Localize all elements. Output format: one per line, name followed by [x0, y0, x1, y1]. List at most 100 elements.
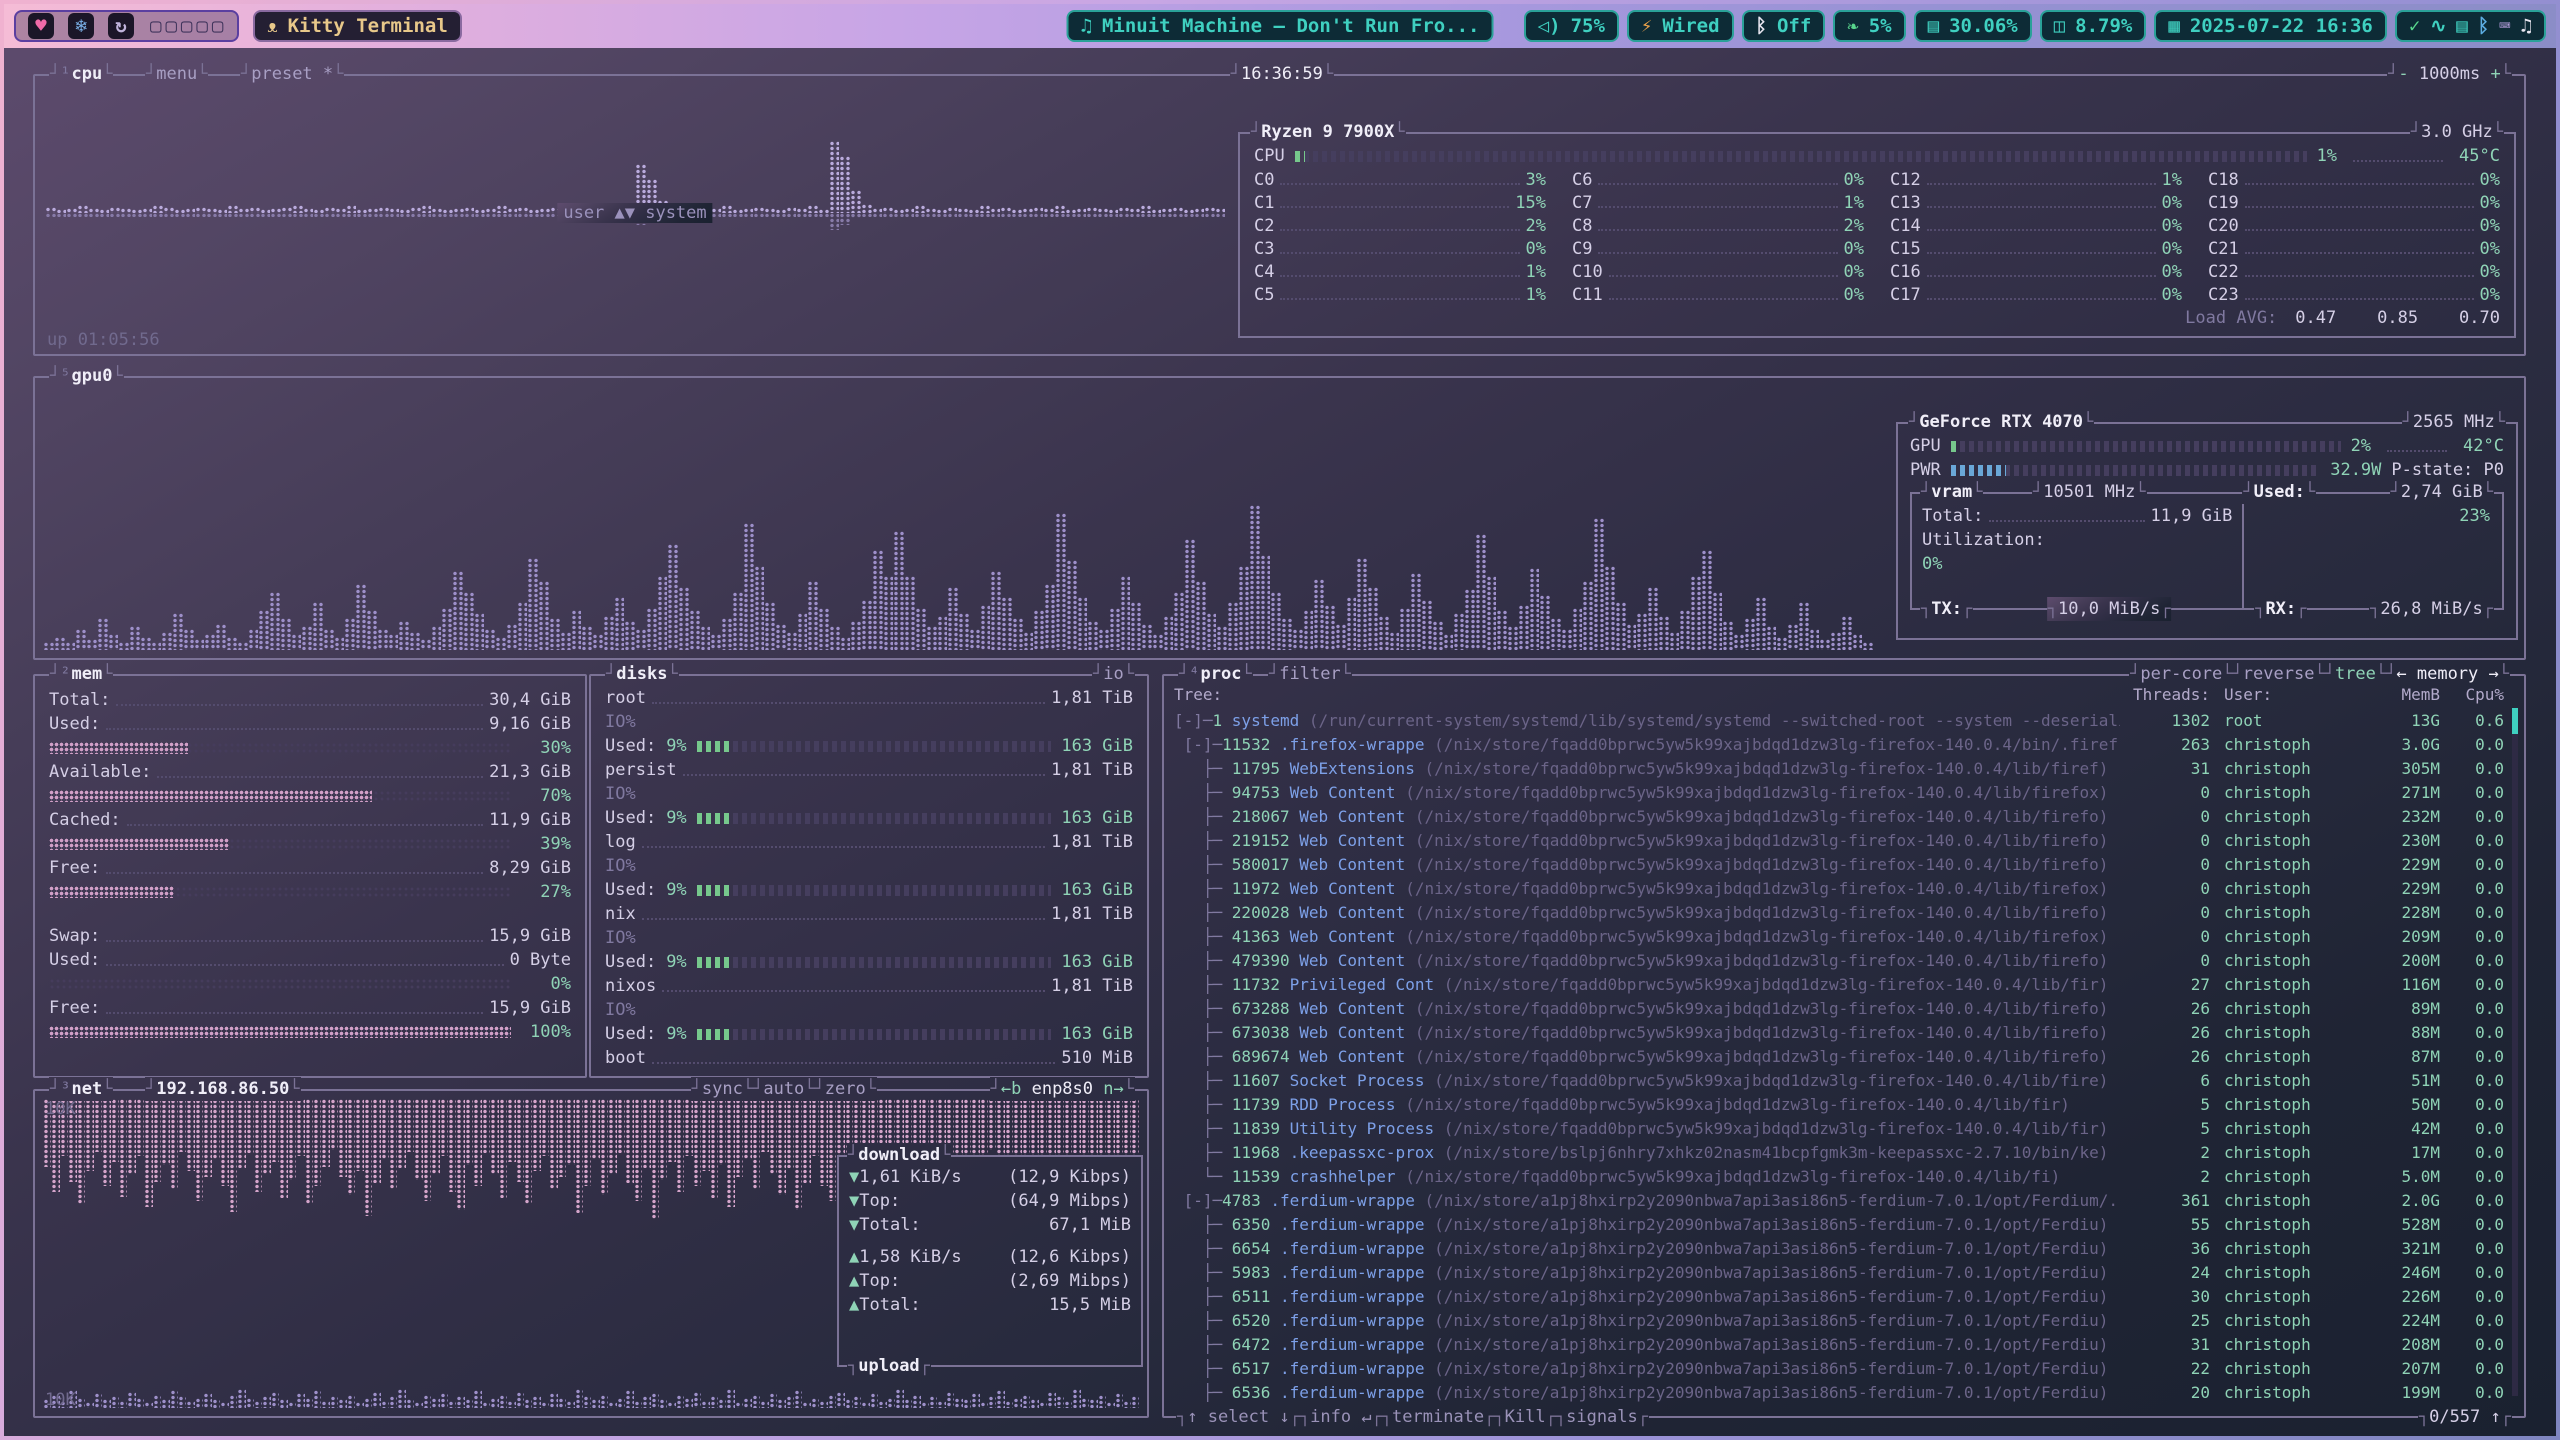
status-chip-2025-07-22-16-36[interactable]: ▦2025-07-22 16:36: [2154, 10, 2386, 42]
memory-panel-title[interactable]: ┘²mem└: [49, 662, 113, 686]
process-row[interactable]: ├─ 11972 Web Content (/nix/store/fqadd0b…: [1174, 876, 2504, 900]
tray-icon[interactable]: ▤: [2456, 15, 2467, 37]
header-cpu[interactable]: Cpu%: [2440, 685, 2504, 704]
process-row[interactable]: ├─ 479390 Web Content (/nix/store/fqadd0…: [1174, 948, 2504, 972]
music-player-widget[interactable]: ♫ Minuit Machine – Don't Run Fro...: [1067, 10, 1494, 42]
status-chip-8-79-[interactable]: ◫8.79%: [2040, 10, 2147, 42]
process-row[interactable]: └─ 11539 crashhelper (/nix/store/fqadd0b…: [1174, 1164, 2504, 1188]
tree-branch: ├─: [1174, 1071, 1232, 1090]
restart-icon[interactable]: ↻: [108, 13, 134, 39]
process-row[interactable]: ├─ 94753 Web Content (/nix/store/fqadd0b…: [1174, 780, 2504, 804]
process-name: Web Content: [1290, 927, 1406, 946]
process-row[interactable]: ├─ 580017 Web Content (/nix/store/fqadd0…: [1174, 852, 2504, 876]
status-icon: ⚡: [1641, 15, 1652, 37]
update-interval-control[interactable]: ┘- 1000ms +└: [2387, 62, 2512, 86]
status-chip-wired[interactable]: ⚡Wired: [1627, 10, 1734, 42]
process-row[interactable]: ├─ 11968 .keepassxc-prox (/nix/store/bsl…: [1174, 1140, 2504, 1164]
net-option-auto[interactable]: auto: [763, 1079, 804, 1099]
process-row[interactable]: ├─ 6654 .ferdium-wrappe (/nix/store/a1pj…: [1174, 1236, 2504, 1260]
tray-icon[interactable]: ⌨: [2499, 15, 2510, 37]
header-memb[interactable]: MemB: [2350, 685, 2440, 704]
preset-button[interactable]: ┘preset *└: [240, 62, 344, 86]
process-row[interactable]: [-]─11532 .firefox-wrappe (/nix/store/fq…: [1174, 732, 2504, 756]
window-icon[interactable]: ▢: [212, 15, 223, 37]
graph-column: [775, 213, 786, 217]
window-icon[interactable]: ▢: [196, 15, 207, 37]
graph-column: [1399, 608, 1410, 650]
status-chip-off[interactable]: ᛒOff: [1742, 10, 1826, 42]
status-chip-30-06-[interactable]: ▤30.06%: [1914, 10, 2032, 42]
status-chip-5-[interactable]: ❧5%: [1833, 10, 1905, 42]
graph-column: [473, 1099, 481, 1186]
mem-stat-percent: 39%: [519, 834, 571, 854]
graph-column: [811, 1398, 819, 1409]
process-row[interactable]: ├─ 11739 RDD Process (/nix/store/fqadd0b…: [1174, 1092, 2504, 1116]
process-row[interactable]: ├─ 11795 WebExtensions (/nix/store/fqadd…: [1174, 756, 2504, 780]
process-row[interactable]: ├─ 11732 Privileged Cont (/nix/store/fqa…: [1174, 972, 2504, 996]
scrollbar-thumb[interactable]: [2512, 708, 2518, 734]
nixos-icon[interactable]: ❄: [68, 13, 94, 39]
interface-selector[interactable]: ┘←b enp8s0 n→└: [990, 1077, 1135, 1101]
process-row[interactable]: ├─ 6520 .ferdium-wrappe (/nix/store/a1pj…: [1174, 1308, 2504, 1332]
system-tray[interactable]: ✓ ∿ ▤ ᛒ ⌨ ♫: [2395, 10, 2546, 42]
process-row[interactable]: ├─ 219152 Web Content (/nix/store/fqadd0…: [1174, 828, 2504, 852]
header-threads[interactable]: Threads:: [2120, 685, 2210, 704]
process-row[interactable]: ├─ 673038 Web Content (/nix/store/fqadd0…: [1174, 1020, 2504, 1044]
net-option-zero[interactable]: zero: [825, 1079, 866, 1099]
process-row[interactable]: ├─ 6517 .ferdium-wrappe (/nix/store/a1pj…: [1174, 1356, 2504, 1380]
footer-action-info--[interactable]: ┐info ↵┌: [1300, 1407, 1382, 1427]
cpu-panel-title[interactable]: ┘¹cpu└: [49, 62, 113, 86]
disks-panel-title[interactable]: ┘disks└: [605, 662, 679, 686]
tray-icon[interactable]: ♫: [2521, 15, 2532, 37]
terminal-app-button[interactable]: ᴥ Kitty Terminal: [253, 10, 462, 42]
process-row[interactable]: ├─ 218067 Web Content (/nix/store/fqadd0…: [1174, 804, 2504, 828]
process-panel-title[interactable]: ┘⁴proc└: [1178, 662, 1253, 686]
window-icon[interactable]: ▢: [150, 15, 161, 37]
process-row[interactable]: ├─ 5983 .ferdium-wrappe (/nix/store/a1pj…: [1174, 1260, 2504, 1284]
io-mode-toggle[interactable]: ┘io└: [1092, 662, 1135, 686]
footer-action-terminate[interactable]: ┐terminate┌: [1382, 1407, 1495, 1427]
gpu-rx-value: 26,8 MiB/s: [2380, 599, 2482, 619]
process-row[interactable]: [-]─4783 .ferdium-wrappe (/nix/store/a1p…: [1174, 1188, 2504, 1212]
process-command-cell: ├─ 6350 .ferdium-wrappe (/nix/store/a1pj…: [1174, 1215, 2120, 1234]
process-row[interactable]: ├─ 11607 Socket Process (/nix/store/fqad…: [1174, 1068, 2504, 1092]
process-scrollbar[interactable]: [2512, 708, 2518, 1396]
graph-column: [111, 1099, 119, 1162]
process-row[interactable]: ├─ 6536 .ferdium-wrappe (/nix/store/a1pj…: [1174, 1380, 2504, 1402]
status-chip-75-[interactable]: ◁)75%: [1524, 10, 1619, 42]
network-panel-title[interactable]: ┘³net└: [49, 1077, 113, 1101]
process-row[interactable]: ├─ 220028 Web Content (/nix/store/fqadd0…: [1174, 900, 2504, 924]
header-user[interactable]: User:: [2210, 685, 2350, 704]
footer-action-signals[interactable]: ┐signals┌: [1556, 1407, 1648, 1427]
filter-button[interactable]: ┘filter└: [1268, 662, 1352, 686]
process-row[interactable]: ├─ 41363 Web Content (/nix/store/fqadd0b…: [1174, 924, 2504, 948]
proc-option-tree[interactable]: tree: [2335, 664, 2376, 684]
process-memory: 89M: [2350, 999, 2440, 1018]
network-options[interactable]: ┘sync└┘auto└┘zero└: [691, 1077, 877, 1101]
process-row[interactable]: ├─ 11839 Utility Process (/nix/store/fqa…: [1174, 1116, 2504, 1140]
tray-icon[interactable]: ✓: [2409, 15, 2420, 37]
window-icon[interactable]: ▢: [181, 15, 192, 37]
process-row[interactable]: ├─ 689674 Web Content (/nix/store/fqadd0…: [1174, 1044, 2504, 1068]
process-row[interactable]: ├─ 6511 .ferdium-wrappe (/nix/store/a1pj…: [1174, 1284, 2504, 1308]
process-cpu: 0.0: [2440, 1215, 2504, 1234]
menu-button[interactable]: ┘menu└: [145, 62, 208, 86]
process-row[interactable]: ├─ 6350 .ferdium-wrappe (/nix/store/a1pj…: [1174, 1212, 2504, 1236]
tray-icon[interactable]: ᛒ: [2478, 15, 2489, 37]
process-row[interactable]: ├─ 673288 Web Content (/nix/store/fqadd0…: [1174, 996, 2504, 1020]
net-stat-label: Top:: [859, 1191, 900, 1211]
footer-action---select--[interactable]: ┐↑ select ↓┌: [1177, 1407, 1300, 1427]
sort-column-selector[interactable]: ← memory →: [2396, 664, 2498, 684]
proc-option-reverse[interactable]: reverse: [2243, 664, 2315, 684]
gpu-panel-title[interactable]: ┘⁵gpu0└: [49, 364, 124, 388]
graph-column: [346, 205, 357, 213]
tray-icon[interactable]: ∿: [2430, 15, 2446, 37]
proc-option-per-core[interactable]: per-core: [2140, 664, 2222, 684]
leader-dots: [1280, 252, 1519, 254]
heart-icon[interactable]: ♥: [28, 13, 54, 39]
footer-action-kill[interactable]: ┐Kill┌: [1494, 1407, 1555, 1427]
net-option-sync[interactable]: sync: [702, 1079, 743, 1099]
process-row[interactable]: ├─ 6472 .ferdium-wrappe (/nix/store/a1pj…: [1174, 1332, 2504, 1356]
window-icon[interactable]: ▢: [165, 15, 176, 37]
process-row[interactable]: [-]─1 systemd (/run/current-system/syste…: [1174, 708, 2504, 732]
